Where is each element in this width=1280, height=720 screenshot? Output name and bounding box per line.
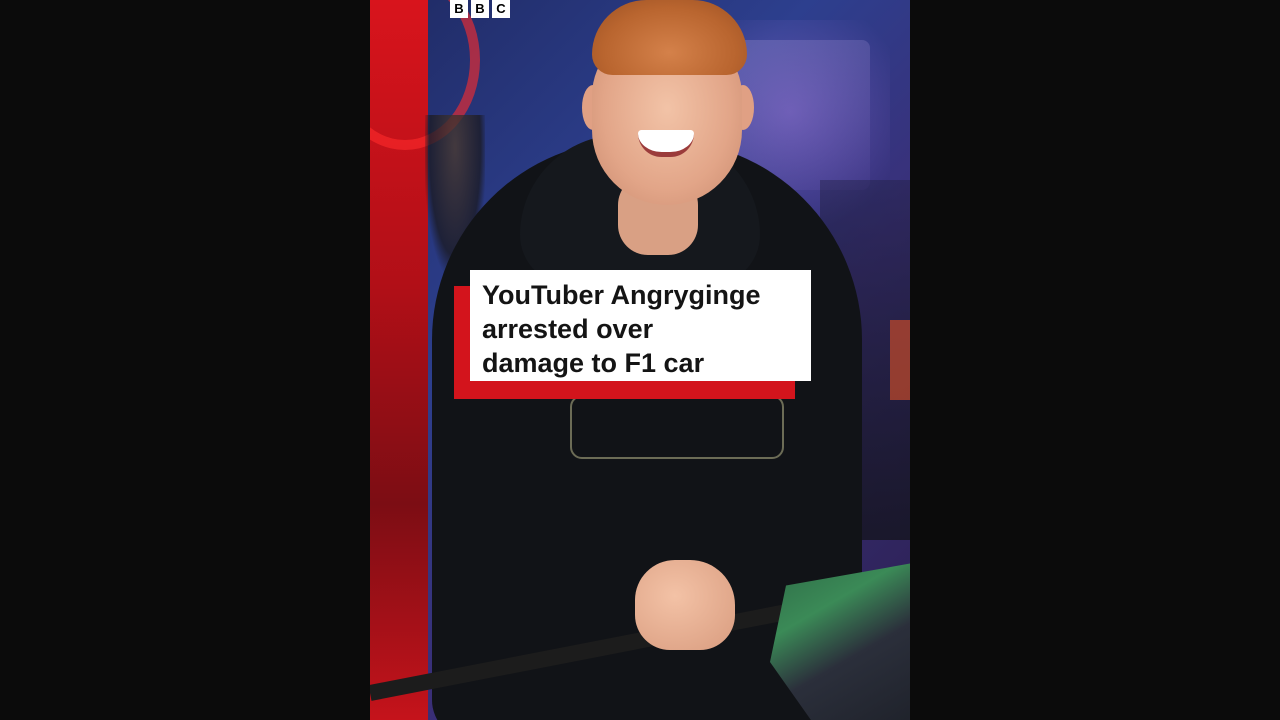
background-crowd-accent (890, 320, 910, 400)
video-frame[interactable]: B B C YouTuber Angryginge arrested over … (370, 0, 910, 720)
headline-line: damage to F1 car (482, 348, 705, 378)
headline-line: arrested over (482, 314, 654, 344)
subject-hand (635, 560, 735, 650)
subject-hair (592, 0, 747, 75)
headline: YouTuber Angryginge arrested over damage… (482, 278, 799, 380)
bbc-logo: B B C (450, 0, 510, 18)
bbc-logo-letter: B (450, 0, 468, 18)
headline-card: YouTuber Angryginge arrested over damage… (470, 270, 811, 381)
bbc-logo-letter: C (492, 0, 510, 18)
headline-line: YouTuber Angryginge (482, 280, 761, 310)
bbc-logo-letter: B (471, 0, 489, 18)
hoodie-print (570, 395, 784, 459)
